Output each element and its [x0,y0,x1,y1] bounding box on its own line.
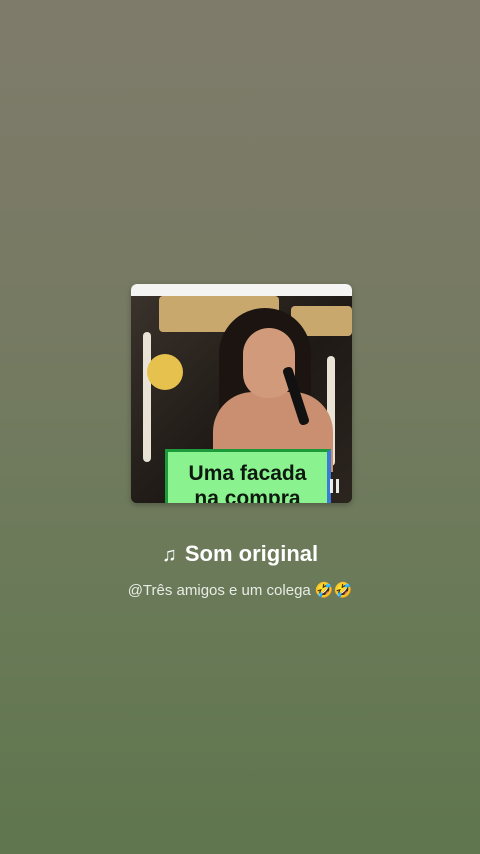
caption-box: Uma facada na compra [165,449,331,503]
sound-title-text: Som original [184,541,319,566]
thumbnail-image: Uma facada na compra [131,296,352,503]
background-stripe [143,332,151,462]
pause-icon[interactable] [330,479,340,493]
sound-author[interactable]: @Três amigos e um colega 🤣🤣 [0,579,480,603]
yellow-light [147,354,183,390]
music-note-icon: ♫ [161,544,177,566]
sound-title[interactable]: ♫ Som original [0,538,480,571]
thumbnail-top-bar [131,284,352,296]
caption-text: Uma facada na compra [188,461,307,504]
video-thumbnail[interactable]: Uma facada na compra [131,284,352,503]
